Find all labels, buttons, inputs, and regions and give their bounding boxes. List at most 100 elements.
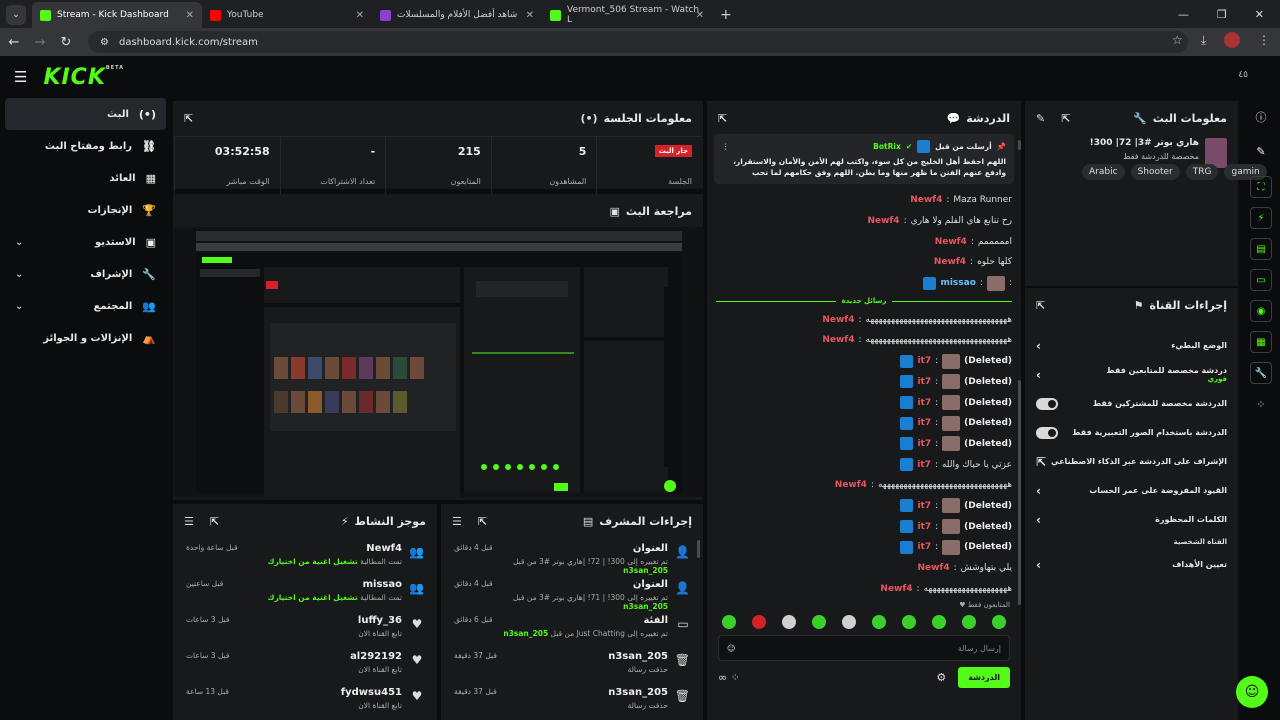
mod-action-item[interactable]: 🗑 n3san_205 حذفت رسالة قبل 37 دقيقة <box>442 645 702 681</box>
item-highlight[interactable]: n3san_205 <box>623 566 668 575</box>
chat-username[interactable]: Newf4 <box>934 257 966 267</box>
item-username[interactable]: العنوان <box>501 579 668 590</box>
chevron-icon[interactable]: › <box>1036 368 1041 382</box>
chevron-icon[interactable]: › <box>1036 339 1041 353</box>
chat-username[interactable]: it7 <box>917 418 931 428</box>
clip-icon[interactable]: ⛶ <box>1250 176 1272 198</box>
chat-username[interactable]: missao <box>940 278 975 288</box>
chat-message[interactable]: Newf4: ههههههههههههههههههههه <box>708 578 1020 599</box>
filter-icon[interactable]: ☰ <box>452 515 462 528</box>
pinned-menu-icon[interactable]: ⋮ <box>722 142 730 151</box>
tab-search-button[interactable]: ⌄ <box>6 5 26 25</box>
channel-action-row[interactable]: دردشة مخصصة للمتابعين فقط فوري › <box>1026 360 1237 389</box>
bookmark-star-icon[interactable]: ☆ <box>1172 33 1183 47</box>
chat-username[interactable]: it7 <box>917 501 931 511</box>
chat-message[interactable]: it7: (Deleted) <box>708 496 1020 517</box>
chat-message[interactable]: Newf4: هههههههههههههههههههههههههههههههههه… <box>708 309 1020 330</box>
item-highlight[interactable]: تشغيل اغنية من اختيارك <box>268 557 358 566</box>
mod-action-item[interactable]: 🗑 n3san_205 حذفت رسالة قبل 37 دقيقة <box>442 681 702 717</box>
mod-action-item[interactable]: 👤 العنوان تم تغييره إلى 300! | 71! |هاري ب… <box>442 573 702 611</box>
popout-icon[interactable]: ⇱ <box>184 112 193 125</box>
chevron-down-icon[interactable]: ⌄ <box>15 301 23 312</box>
profile-avatar[interactable] <box>1224 32 1240 48</box>
chat-features-icon[interactable]: ∞ ⁘ <box>718 671 740 684</box>
item-username[interactable]: luffy_36 <box>237 615 402 626</box>
chat-username[interactable]: Newf4 <box>867 216 899 226</box>
channel-action-row[interactable]: الوضع البطيء › <box>1026 331 1237 360</box>
quick-emote-icon[interactable] <box>812 615 826 630</box>
chat-input[interactable]: إرسال رسالة ☺ <box>718 635 1010 662</box>
pinned-message[interactable]: 📌 أرسلت من قبل ✔ BotRix ⋮ اللهم احفظ أهل… <box>714 134 1014 184</box>
activity-item[interactable]: ♥ luffy_36 تابع القناة الان قبل 3 ساعات <box>174 609 436 645</box>
edit-icon[interactable]: ✎ <box>1250 140 1272 162</box>
quick-emote-icon[interactable] <box>902 615 916 630</box>
sidebar-item-6[interactable]: 👥 المجتمع ⌄ <box>5 290 166 322</box>
mod-action-item[interactable]: 👤 العنوان تم تغييره إلى 300! | 72! |هاري ب… <box>442 537 702 575</box>
help-chat-button[interactable]: ☺ <box>1236 676 1268 708</box>
minimize-icon[interactable]: — <box>1178 8 1189 21</box>
sidebar-item-4[interactable]: ▣ الاستديو ⌄ <box>5 226 166 258</box>
info-icon[interactable]: ⓘ <box>1250 106 1272 128</box>
site-info-icon[interactable]: ⚙ <box>100 37 109 48</box>
quick-emote-icon[interactable] <box>752 615 766 630</box>
chevron-down-icon[interactable]: ⌄ <box>15 237 23 248</box>
chat-message[interactable]: Newf4: Maza Runner <box>708 190 1020 211</box>
chat-message[interactable]: Newf4: رح تتابع هاي الفلم ولا هاري <box>708 211 1020 232</box>
chat-username[interactable]: it7 <box>917 542 931 552</box>
item-highlight[interactable]: تشغيل اغنية من اختيارك <box>268 593 358 602</box>
item-username[interactable]: العنوان <box>501 543 668 554</box>
quick-emote-icon[interactable] <box>932 615 946 630</box>
hamburger-menu-icon[interactable]: ☰ <box>14 68 27 86</box>
chat-username[interactable]: it7 <box>917 522 931 532</box>
chat-icon[interactable]: ▭ <box>1250 269 1272 291</box>
quick-emote-icon[interactable] <box>872 615 886 630</box>
filter-icon[interactable]: ☰ <box>184 515 194 528</box>
popout-icon[interactable]: ⇱ <box>1036 299 1045 312</box>
item-username[interactable]: al292192 <box>237 651 402 662</box>
activity-item[interactable]: 👥 Newf4 تمت المطالبة تشغيل اغنية من اختيار… <box>174 537 436 573</box>
item-username[interactable]: n3san_205 <box>505 687 668 698</box>
chat-username[interactable]: Newf4 <box>880 584 912 594</box>
item-username[interactable]: missao <box>231 579 402 590</box>
user-menu[interactable]: ٤٥ <box>1238 70 1248 80</box>
chat-message[interactable]: Newf4: هههههههههههههههههههههههههههههههه <box>708 475 1020 496</box>
stream-tag[interactable]: Arabic <box>1082 164 1125 180</box>
channel-action-row[interactable]: الدردشة باستخدام الصور التعبيرية فقط <box>1026 418 1237 447</box>
chat-message[interactable]: it7: (Deleted) <box>708 434 1020 455</box>
close-tab-icon[interactable]: ✕ <box>356 10 364 21</box>
chat-username[interactable]: Newf4 <box>910 195 942 205</box>
kick-logo[interactable]: KICKBETA <box>43 65 124 90</box>
close-tab-icon[interactable]: ✕ <box>186 10 194 21</box>
more-icon[interactable]: ⁘ <box>1250 393 1272 415</box>
scrollbar[interactable] <box>1018 380 1021 605</box>
address-bar[interactable]: ⚙ dashboard.kick.com/stream <box>88 31 1188 53</box>
chat-message[interactable]: it7: (Deleted) <box>708 392 1020 413</box>
quick-emote-icon[interactable] <box>722 615 736 630</box>
forward-icon[interactable]: → <box>28 35 52 50</box>
layout-icon[interactable]: ▦ <box>1250 331 1272 353</box>
channel-action-row[interactable]: القيود المفروضة على عمر الحساب › <box>1026 476 1237 505</box>
sidebar-item-7[interactable]: ⛺ الإنزالات و الجوائز <box>5 322 166 354</box>
new-tab-button[interactable]: + <box>712 7 740 28</box>
item-username[interactable]: n3san_205 <box>505 651 668 662</box>
browser-tab-movies[interactable]: شاهد أفضل الأفلام والمسلسلات ✕ <box>372 2 542 28</box>
chat-message[interactable]: Newf4: كلها حلوه <box>708 252 1020 273</box>
stream-tag[interactable]: TRG <box>1185 164 1219 180</box>
download-icon[interactable]: ⤓ <box>1201 33 1206 48</box>
back-icon[interactable]: ← <box>2 35 26 50</box>
browser-tab-youtube[interactable]: YouTube ✕ <box>202 2 372 28</box>
item-username[interactable]: الفئة <box>501 615 668 626</box>
chat-username[interactable]: it7 <box>917 439 931 449</box>
scrollbar[interactable] <box>1018 140 1021 150</box>
lightning-icon[interactable]: ⚡ <box>1250 207 1272 229</box>
chat-message[interactable]: it7: (Deleted) <box>708 372 1020 393</box>
chat-settings-icon[interactable]: ⚙ <box>936 671 946 684</box>
item-highlight[interactable]: n3san_205 <box>503 629 548 638</box>
reload-icon[interactable]: ↻ <box>54 35 78 50</box>
external-link-icon[interactable]: ⇱ <box>1036 455 1046 469</box>
activity-item[interactable]: ♥ al292192 تابع القناة الان قبل 3 ساعات <box>174 645 436 681</box>
sidebar-item-5[interactable]: 🔧 الإشراف ⌄ <box>5 258 166 290</box>
channel-action-row[interactable]: الإشراف على الدردشة عبر الذكاء الاصطناعي… <box>1026 447 1237 476</box>
browser-tab-vermont[interactable]: Vermont_506 Stream - Watch L ✕ <box>542 2 712 28</box>
close-tab-icon[interactable]: ✕ <box>696 10 704 21</box>
